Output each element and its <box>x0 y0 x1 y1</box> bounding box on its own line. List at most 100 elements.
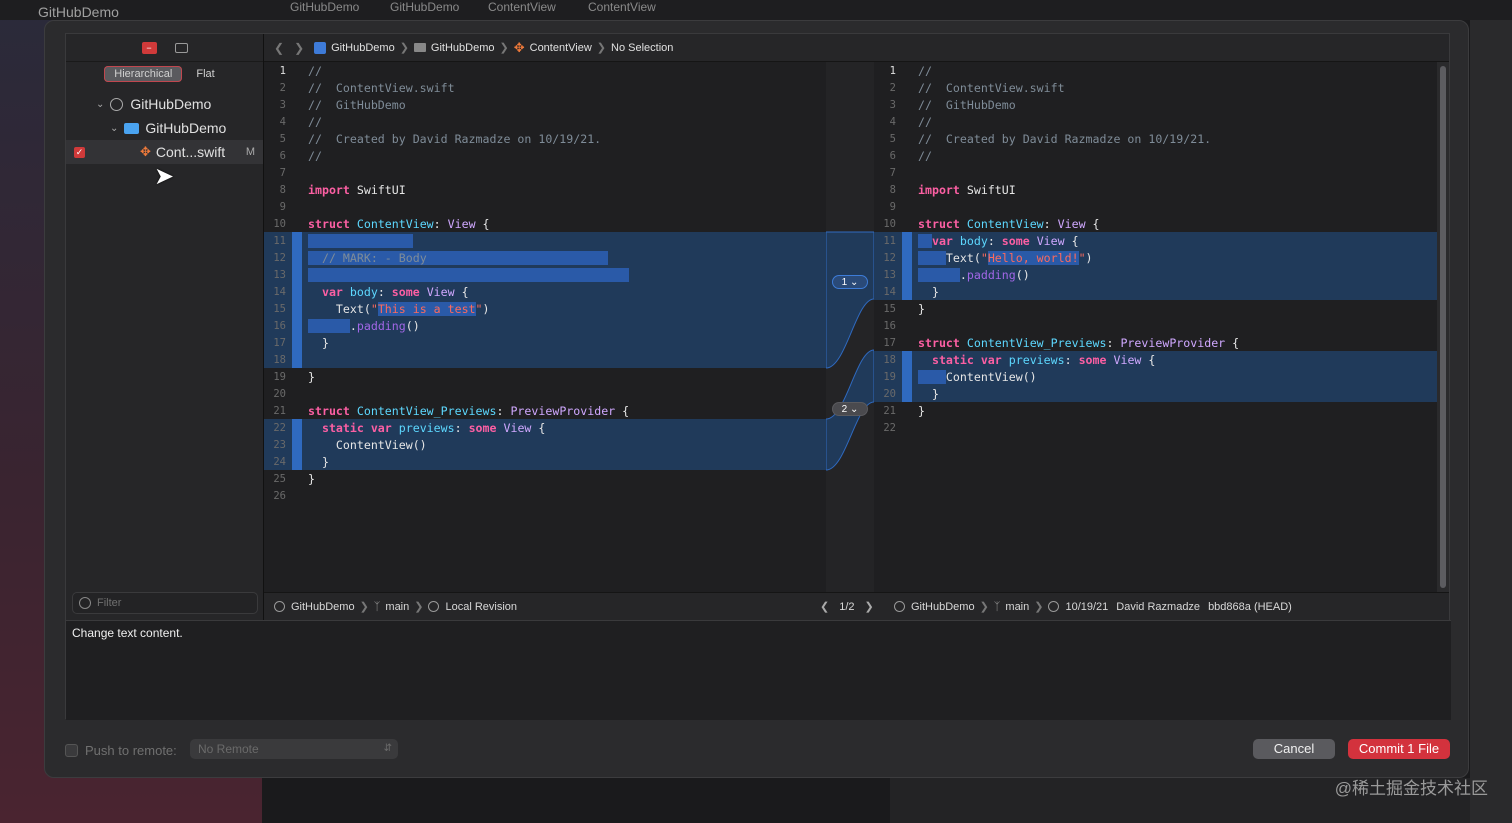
chevron-right-icon: ❯ <box>596 42 607 54</box>
hunk-1-label: 1 <box>841 277 848 288</box>
diff-pane-head[interactable]: 1// 2// ContentView.swift 3// GitHubDemo… <box>874 62 1437 592</box>
right-author: David Razmadze <box>1116 600 1201 613</box>
code-line-changed: 18 static var previews: some View { <box>874 351 1437 368</box>
folder-icon <box>413 43 426 52</box>
crumb-folder[interactable]: GitHubDemo <box>431 42 495 54</box>
hunk-connectors <box>826 231 874 471</box>
code-line-changed: 19 ContentView() <box>874 368 1437 385</box>
code-line: 7 <box>889 166 896 179</box>
scrollbar-thumb[interactable] <box>1440 66 1446 588</box>
code-line: 4// <box>889 114 932 129</box>
commit-message-field[interactable]: Change text content. <box>66 620 1451 720</box>
left-revision[interactable]: Local Revision <box>445 601 517 613</box>
prev-change-icon[interactable]: ❮ <box>820 600 829 613</box>
right-branch[interactable]: main <box>1005 601 1029 613</box>
push-checkbox[interactable] <box>65 744 78 757</box>
left-branch[interactable]: main <box>385 601 409 613</box>
push-to-remote[interactable]: Push to remote: <box>65 743 177 758</box>
commit-sheet: − Hierarchical Flat ⌄ GitHubDemo ⌄ GitHu… <box>44 20 1469 778</box>
background-app-name: GitHubDemo <box>38 4 119 20</box>
chevron-right-icon: ❯ <box>1034 601 1044 613</box>
hunk-pager: ❮ 1/2 ❯ <box>820 600 874 614</box>
hunk-1-toggle[interactable]: 1 ⌄ <box>832 275 868 289</box>
head-revision-info: GitHubDemo ❯ ᛉ main ❯ 10/19/21 David Raz… <box>894 600 1292 613</box>
crumb-selection[interactable]: No Selection <box>611 42 673 54</box>
code-line-changed: 16 .padding() <box>264 317 826 334</box>
tree-item-repo[interactable]: ⌄ GitHubDemo <box>66 92 263 116</box>
remote-select[interactable]: No Remote ⇵ <box>190 739 398 759</box>
code-line: 21 struct ContentView_Previews: PreviewPr… <box>273 403 630 418</box>
left-repo[interactable]: GitHubDemo <box>291 601 355 613</box>
commit-button[interactable]: Commit 1 File <box>1348 739 1450 759</box>
changes-sidebar: − Hierarchical Flat ⌄ GitHubDemo ⌄ GitHu… <box>66 34 264 620</box>
code-line: 19} <box>273 369 315 384</box>
filter-field[interactable]: Filter <box>72 592 258 614</box>
crumb-file[interactable]: ContentView <box>530 42 592 54</box>
bg-crumb-3: ContentView <box>488 0 556 14</box>
filter-icon <box>79 597 91 609</box>
code-line: 3// GitHubDemo <box>889 97 1016 112</box>
changes-filter-icon[interactable]: − <box>141 41 157 54</box>
file-tree: ⌄ GitHubDemo ⌄ GitHubDemo ✓ ✥ Cont...swi… <box>66 92 263 164</box>
include-file-checkbox[interactable]: ✓ <box>74 146 85 158</box>
code-line: 1// <box>889 63 932 78</box>
code-line: 15} <box>883 301 925 316</box>
code-line: 6// <box>889 148 932 163</box>
diff-pane-local[interactable]: 1// 2// ContentView.swift 3// GitHubDemo… <box>264 62 826 592</box>
code-line: 8 import SwiftUI <box>889 182 1016 197</box>
vertical-scrollbar[interactable] <box>1437 62 1449 592</box>
code-line: 1// <box>279 63 322 78</box>
push-label: Push to remote: <box>85 743 177 758</box>
code-line: 8 import SwiftUI <box>279 182 406 197</box>
code-line: 26 <box>273 489 286 502</box>
diff-breadcrumb: ❮ ❯ GitHubDemo ❯ GitHubDemo ❯ ✥ ContentV… <box>264 34 1449 62</box>
code-line-changed: 17 } <box>264 334 826 351</box>
code-line-changed: 12 // MARK: - Body <box>264 249 826 266</box>
background-jump-bar: GitHubDemo GitHubDemo ContentView Conten… <box>0 0 1512 20</box>
code-line: 22 <box>883 421 896 434</box>
bg-crumb-4: ContentView <box>588 0 656 14</box>
chevron-down-icon[interactable]: ⌄ <box>96 99 104 110</box>
cancel-button[interactable]: Cancel <box>1253 739 1335 759</box>
back-arrow-icon[interactable]: ❮ <box>274 41 284 55</box>
segment-hierarchical[interactable]: Hierarchical <box>104 66 183 82</box>
right-date[interactable]: 10/19/21 <box>1065 601 1108 613</box>
segment-flat[interactable]: Flat <box>186 66 224 82</box>
swift-file-icon: ✥ <box>140 144 151 159</box>
code-line-changed: 22 static var previews: some View { <box>264 419 826 436</box>
code-line: 5// Created by David Razmadze on 10/19/2… <box>279 131 602 146</box>
right-repo[interactable]: GitHubDemo <box>911 601 975 613</box>
code-line: 16 <box>883 319 896 332</box>
commit-footer: Push to remote: No Remote ⇵ Cancel Commi… <box>65 739 1450 763</box>
branch-icon: ᛉ <box>993 600 1001 613</box>
code-line: 9 <box>279 200 286 213</box>
chevron-right-icon: ❯ <box>499 42 509 54</box>
chevron-right-icon: ❯ <box>359 601 369 613</box>
forward-arrow-icon[interactable]: ❯ <box>294 41 304 55</box>
diff-status-bar: GitHubDemo ❯ ᛉ main ❯ Local Revision ❮ 1… <box>264 592 1449 620</box>
chevron-down-icon[interactable]: ⌄ <box>110 123 118 134</box>
next-change-icon[interactable]: ❯ <box>865 600 874 613</box>
branch-icon: ᛉ <box>373 600 381 613</box>
code-line-changed: 14 } <box>874 283 1437 300</box>
code-line-changed: 18 <box>264 351 826 368</box>
bg-crumb-1: GitHubDemo <box>290 0 360 14</box>
code-line-changed: 11 var body: some View { <box>874 232 1437 249</box>
crumb-project[interactable]: GitHubDemo <box>331 42 395 54</box>
code-line: 3// GitHubDemo <box>279 97 406 112</box>
code-line: 7 <box>279 166 286 179</box>
code-line-changed: 12 Text("Hello, world!") <box>874 249 1437 266</box>
code-line: 9 <box>889 200 896 213</box>
tree-item-folder[interactable]: ⌄ GitHubDemo <box>66 116 263 140</box>
code-line-changed: 23 ContentView() <box>264 436 826 453</box>
tree-item-file[interactable]: ✓ ✥ Cont...swift M <box>66 140 263 164</box>
folder-icon[interactable] <box>174 42 188 53</box>
repo-label: GitHubDemo <box>130 96 212 112</box>
hunk-2-toggle[interactable]: 2 ⌄ <box>832 402 868 416</box>
file-label: Cont...swift <box>155 144 226 160</box>
code-line: 2// ContentView.swift <box>889 80 1065 95</box>
chevron-updown-icon: ⇵ <box>383 743 392 754</box>
code-line: 10 struct ContentView: View { <box>273 216 490 231</box>
code-line-changed: 14 var body: some View { <box>264 283 826 300</box>
code-line-changed: 13 .padding() <box>874 266 1437 283</box>
